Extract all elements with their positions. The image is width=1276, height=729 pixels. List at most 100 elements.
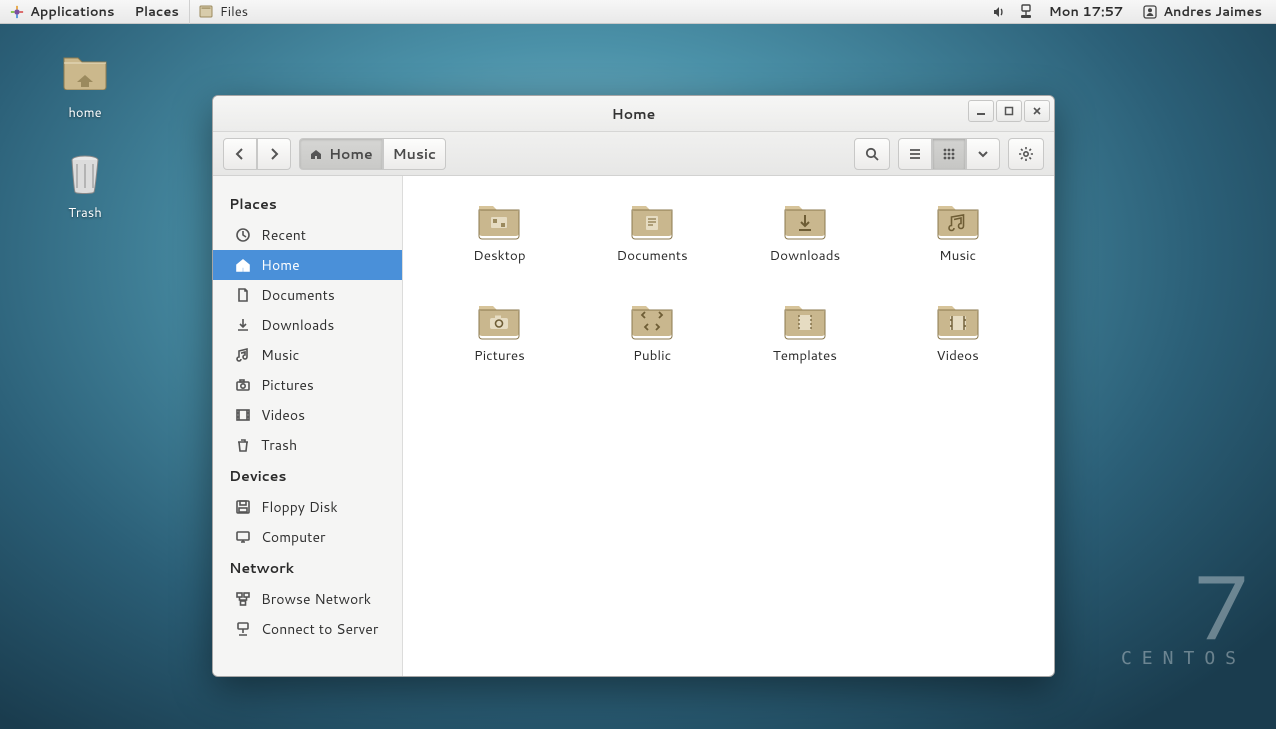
folder-label: Pictures (474, 346, 525, 365)
network-browse-icon (235, 591, 251, 607)
folder-music[interactable]: Music (891, 196, 1024, 296)
sidebar-item-home[interactable]: Home (213, 250, 402, 280)
trash-icon (61, 150, 109, 198)
folder-label: Desktop (473, 246, 525, 265)
distro-logo-icon (10, 5, 24, 19)
sidebar-item-documents[interactable]: Documents (213, 280, 402, 310)
taskbar-app-files[interactable]: Files (190, 0, 256, 24)
sidebar-item-videos[interactable]: Videos (213, 400, 402, 430)
sidebar-item-browse-network[interactable]: Browse Network (213, 584, 402, 614)
sidebar-item-label: Home (261, 255, 300, 275)
folder-icon (934, 200, 982, 240)
search-button[interactable] (854, 138, 890, 170)
menu-places-label: Places (134, 3, 178, 21)
chevron-left-icon (234, 147, 246, 161)
desktop-icon-trash[interactable]: Trash (45, 150, 125, 222)
sidebar-item-downloads[interactable]: Downloads (213, 310, 402, 340)
folder-public[interactable]: Public (586, 296, 719, 396)
window-maximize-button[interactable] (996, 100, 1022, 122)
folder-icon (781, 200, 829, 240)
folder-icon (628, 200, 676, 240)
nav-forward-button[interactable] (257, 138, 291, 170)
folder-desktop[interactable]: Desktop (433, 196, 566, 296)
file-manager-icon (198, 3, 216, 21)
desktop-icon-trash-label: Trash (68, 204, 102, 222)
panel-clock[interactable]: Mon 17:57 (1045, 0, 1128, 24)
menu-places[interactable]: Places (124, 0, 188, 24)
panel-user-label: Andres Jaimes (1163, 3, 1262, 21)
folder-label: Public (633, 346, 671, 365)
window-titlebar[interactable]: Home (213, 96, 1054, 132)
crumb-home[interactable]: Home (299, 138, 383, 170)
window-minimize-button[interactable] (968, 100, 994, 122)
sidebar-item-floppy[interactable]: Floppy Disk (213, 492, 402, 522)
sidebar-item-label: Computer (261, 527, 325, 547)
film-icon (235, 407, 251, 423)
taskbar-app-files-label: Files (220, 3, 248, 21)
user-icon (1143, 5, 1157, 19)
folder-documents[interactable]: Documents (586, 196, 719, 296)
sidebar-item-label: Connect to Server (261, 619, 378, 639)
folder-label: Music (939, 246, 976, 265)
home-folder-icon (61, 50, 109, 98)
folder-grid: Desktop Documents Downloads Music Pictur… (403, 176, 1054, 676)
nav-back-button[interactable] (223, 138, 257, 170)
desktop-icon-home[interactable]: home (45, 50, 125, 122)
computer-icon (235, 529, 251, 545)
server-icon (235, 621, 251, 637)
sidebar-item-music[interactable]: Music (213, 340, 402, 370)
camera-icon (235, 377, 251, 393)
menu-applications-label: Applications (30, 3, 114, 21)
folder-templates[interactable]: Templates (739, 296, 872, 396)
sidebar-heading-network: Network (213, 552, 402, 584)
window-title: Home (612, 104, 656, 124)
sidebar-heading-devices: Devices (213, 460, 402, 492)
crumb-music-label: Music (393, 144, 436, 164)
crumb-home-label: Home (329, 144, 373, 164)
sidebar-item-label: Browse Network (261, 589, 371, 609)
folder-label: Downloads (770, 246, 841, 265)
view-grid-button[interactable] (932, 138, 966, 170)
os-brand: 7 CENTOS (1121, 570, 1246, 669)
chevron-right-icon (268, 147, 280, 161)
music-icon (235, 347, 251, 363)
volume-icon[interactable] (991, 4, 1007, 20)
home-icon (235, 257, 251, 273)
network-icon[interactable] (1019, 4, 1033, 20)
folder-pictures[interactable]: Pictures (433, 296, 566, 396)
sidebar-item-recent[interactable]: Recent (213, 220, 402, 250)
os-version: 7 (1121, 570, 1246, 642)
sidebar-heading-places: Places (213, 188, 402, 220)
sidebar-item-computer[interactable]: Computer (213, 522, 402, 552)
sidebar-item-label: Documents (261, 285, 335, 305)
clock-icon (235, 227, 251, 243)
sidebar-item-pictures[interactable]: Pictures (213, 370, 402, 400)
trash-icon (235, 437, 251, 453)
view-options-button[interactable] (966, 138, 1000, 170)
chevron-down-icon (977, 147, 989, 161)
sidebar-item-label: Downloads (261, 315, 334, 335)
sidebar-item-trash[interactable]: Trash (213, 430, 402, 460)
path-breadcrumb: Home Music (299, 138, 446, 170)
crumb-music[interactable]: Music (383, 138, 446, 170)
menu-applications[interactable]: Applications (0, 0, 124, 24)
grid-icon (942, 147, 956, 161)
sidebar-item-label: Pictures (261, 375, 314, 395)
floppy-icon (235, 499, 251, 515)
folder-videos[interactable]: Videos (891, 296, 1024, 396)
folder-icon (475, 200, 523, 240)
window-close-button[interactable] (1024, 100, 1050, 122)
download-icon (235, 317, 251, 333)
folder-icon (475, 300, 523, 340)
sidebar-item-label: Trash (261, 435, 297, 455)
list-icon (908, 147, 922, 161)
top-panel: Applications Places Files Mon 17:57 Andr… (0, 0, 1276, 24)
sidebar-item-label: Floppy Disk (261, 497, 338, 517)
view-list-button[interactable] (898, 138, 932, 170)
folder-label: Videos (936, 346, 978, 365)
sidebar-item-label: Recent (261, 225, 306, 245)
preferences-button[interactable] (1008, 138, 1044, 170)
folder-downloads[interactable]: Downloads (739, 196, 872, 296)
panel-user[interactable]: Andres Jaimes (1139, 0, 1266, 24)
sidebar-item-connect-server[interactable]: Connect to Server (213, 614, 402, 644)
